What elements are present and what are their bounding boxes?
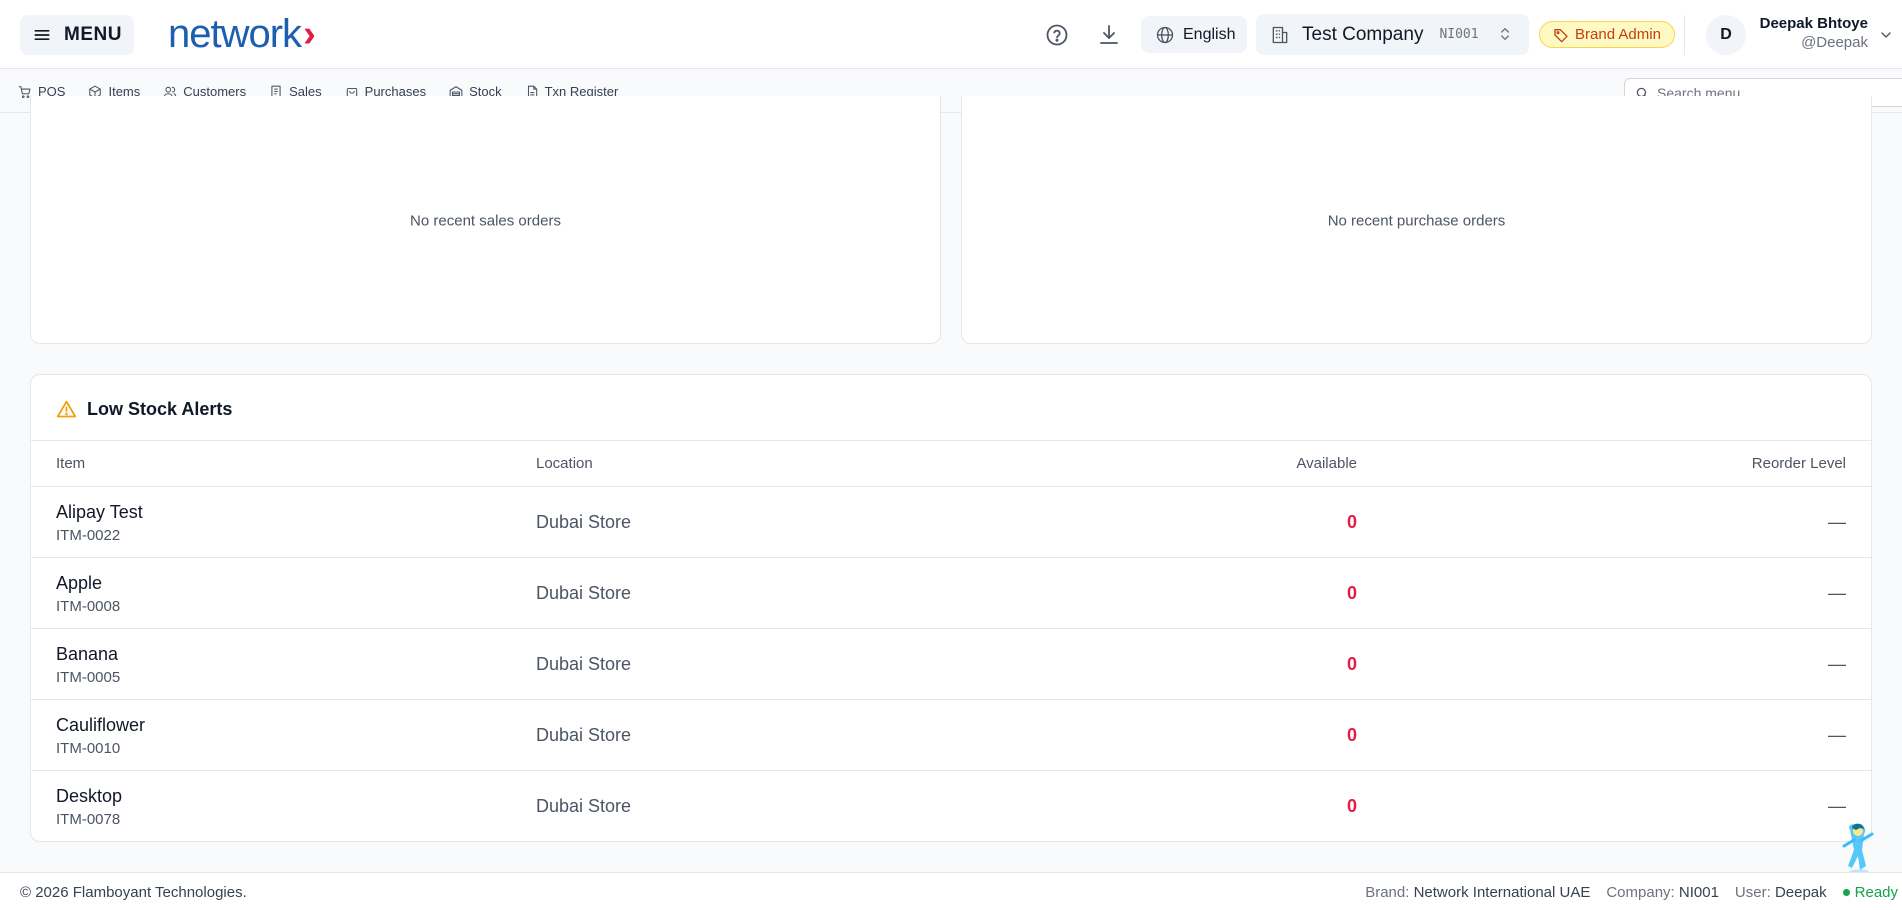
item-location: Dubai Store bbox=[536, 654, 632, 674]
company-value: NI001 bbox=[1678, 884, 1719, 901]
language-label: English bbox=[1183, 25, 1236, 43]
updown-icon bbox=[1501, 28, 1509, 40]
item-name: Desktop bbox=[56, 786, 123, 806]
footer-brand: Brand: Network International UAE bbox=[1365, 884, 1590, 901]
item-code: ITM-0022 bbox=[56, 527, 121, 544]
item-available: 0 bbox=[1346, 725, 1357, 745]
item-location: Dubai Store bbox=[536, 725, 632, 745]
item-name: Cauliflower bbox=[56, 715, 146, 735]
download-button[interactable] bbox=[1093, 19, 1125, 51]
company-code: NI001 bbox=[1439, 27, 1479, 42]
help-icon bbox=[1046, 24, 1068, 46]
company-name: Test Company bbox=[1302, 23, 1424, 45]
recent-sales-card: No recent sales orders bbox=[30, 96, 941, 344]
table-header: Item Location Available Reorder Level bbox=[31, 440, 1871, 487]
logo-chevron: › bbox=[303, 12, 316, 55]
table-row[interactable]: Alipay Test ITM-0022 Dubai Store 0 — bbox=[31, 487, 1871, 558]
brand-value: Network International UAE bbox=[1413, 884, 1591, 901]
role-label: Brand Admin bbox=[1575, 26, 1661, 43]
item-name: Banana bbox=[56, 644, 119, 664]
status-footer: © 2026 Flamboyant Technologies. Brand: N… bbox=[0, 872, 1902, 910]
company-label: Company: bbox=[1606, 884, 1675, 901]
logo-text: network bbox=[168, 11, 302, 56]
chevron-down-icon[interactable] bbox=[1878, 27, 1894, 43]
item-available: 0 bbox=[1346, 654, 1357, 674]
network-logo[interactable]: network › bbox=[168, 11, 316, 56]
column-item: Item bbox=[56, 455, 86, 472]
item-available: 0 bbox=[1346, 796, 1357, 816]
table-row[interactable]: Desktop ITM-0078 Dubai Store 0 — bbox=[31, 771, 1871, 842]
header-divider bbox=[1684, 15, 1685, 55]
low-stock-header: Low Stock Alerts bbox=[56, 399, 232, 420]
recent-purchases-card: No recent purchase orders bbox=[961, 96, 1872, 344]
item-reorder-level: — bbox=[1828, 725, 1846, 745]
top-header: MENU network › English Test Company NI001… bbox=[0, 0, 1902, 69]
item-location: Dubai Store bbox=[536, 583, 632, 603]
brand-label: Brand: bbox=[1365, 884, 1410, 901]
item-code: ITM-0005 bbox=[56, 669, 121, 686]
warning-icon bbox=[56, 400, 77, 418]
low-stock-card: Low Stock Alerts Item Location Available… bbox=[30, 374, 1872, 842]
item-reorder-level: — bbox=[1828, 654, 1846, 674]
column-available: Available bbox=[1296, 455, 1357, 472]
item-reorder-level: — bbox=[1828, 512, 1846, 532]
item-name: Alipay Test bbox=[56, 502, 143, 522]
menu-button[interactable]: MENU bbox=[20, 15, 134, 55]
item-code: ITM-0078 bbox=[56, 811, 121, 828]
ready-status: Ready bbox=[1842, 884, 1898, 901]
low-stock-table: Item Location Available Reorder Level Al… bbox=[31, 440, 1871, 842]
language-selector[interactable]: English bbox=[1141, 16, 1247, 53]
help-button[interactable] bbox=[1041, 19, 1073, 51]
item-available: 0 bbox=[1346, 583, 1357, 603]
user-value: Deepak bbox=[1774, 884, 1827, 901]
menu-label: MENU bbox=[64, 24, 122, 45]
user-handle: @Deepak bbox=[1801, 34, 1868, 51]
column-location: Location bbox=[536, 455, 593, 472]
role-badge: Brand Admin bbox=[1539, 21, 1675, 48]
table-row[interactable]: Cauliflower ITM-0010 Dubai Store 0 — bbox=[31, 700, 1871, 771]
status-dot bbox=[1842, 889, 1850, 896]
item-code: ITM-0010 bbox=[56, 740, 121, 757]
item-available: 0 bbox=[1346, 512, 1357, 532]
globe-icon bbox=[1156, 26, 1174, 43]
table-row[interactable]: Apple ITM-0008 Dubai Store 0 — bbox=[31, 558, 1871, 629]
building-icon bbox=[1272, 26, 1288, 43]
avatar[interactable]: D bbox=[1706, 15, 1746, 55]
download-icon bbox=[1100, 25, 1118, 44]
footer-company: Company: NI001 bbox=[1606, 884, 1719, 901]
company-switcher[interactable]: Test Company NI001 bbox=[1256, 14, 1529, 55]
low-stock-title: Low Stock Alerts bbox=[87, 399, 233, 419]
tag-icon bbox=[1554, 28, 1568, 42]
status-text: Ready bbox=[1854, 884, 1898, 901]
copyright: © 2026 Flamboyant Technologies. bbox=[20, 884, 247, 901]
assistant-mascot-icon[interactable] bbox=[1838, 820, 1880, 876]
item-location: Dubai Store bbox=[536, 512, 632, 532]
purchases-empty-message: No recent purchase orders bbox=[1327, 212, 1506, 230]
column-reorder-level: Reorder Level bbox=[1751, 455, 1846, 472]
table-row[interactable]: Banana ITM-0005 Dubai Store 0 — bbox=[31, 629, 1871, 700]
menu-icon bbox=[34, 30, 50, 41]
footer-status: Brand: Network International UAE Company… bbox=[1365, 884, 1898, 901]
footer-user: User: Deepak bbox=[1735, 884, 1827, 901]
item-name: Apple bbox=[56, 573, 103, 593]
item-code: ITM-0008 bbox=[56, 598, 121, 615]
item-location: Dubai Store bbox=[536, 796, 632, 816]
sales-empty-message: No recent sales orders bbox=[410, 212, 561, 230]
item-reorder-level: — bbox=[1828, 583, 1846, 603]
user-name: Deepak Bhtoye bbox=[1759, 15, 1868, 32]
user-label: User: bbox=[1734, 884, 1771, 901]
item-reorder-level: — bbox=[1828, 796, 1846, 816]
